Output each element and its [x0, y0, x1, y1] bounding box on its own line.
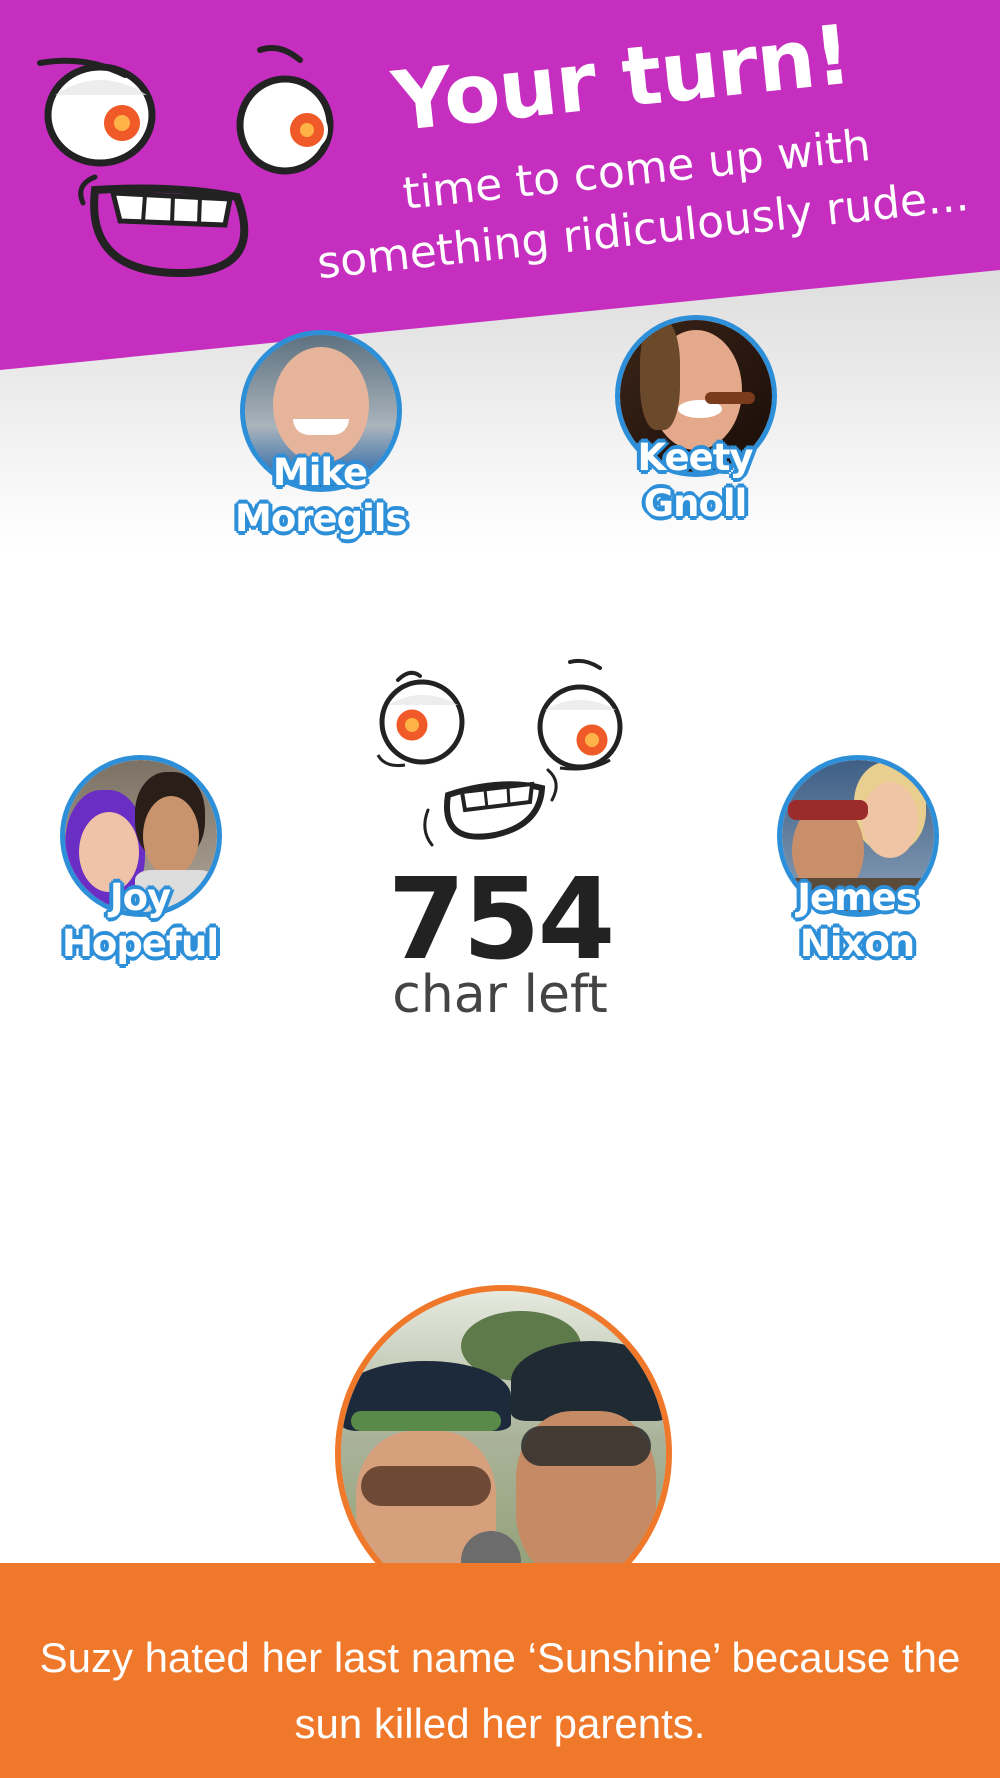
player-name: Keety Gnoll — [610, 435, 780, 527]
player-name: Mike Moregils — [235, 450, 407, 542]
player-last-name: Nixon — [799, 922, 915, 965]
player-last-name: Gnoll — [643, 482, 747, 525]
banner-subtitle: time to come up with something ridiculou… — [285, 104, 994, 297]
characters-left-label: char left — [392, 965, 608, 1025]
player-jemes-nixon[interactable]: Jemes Nixon — [772, 755, 942, 995]
player-last-name: Moregils — [235, 497, 407, 540]
player-name: Jemes Nixon — [772, 875, 942, 967]
player-last-name: Hopeful — [61, 922, 219, 965]
player-mike-moregils[interactable]: Mike Moregils — [235, 330, 407, 570]
player-keety-gnoll[interactable]: Keety Gnoll — [610, 315, 780, 555]
prompt-text: Suzy hated her last name ‘Sunshine’ beca… — [39, 1634, 961, 1747]
player-name: Joy Hopeful — [55, 875, 225, 967]
player-first-name: Jemes — [797, 876, 918, 919]
banner-text: Your turn! time to come up with somethin… — [270, 0, 986, 289]
player-first-name: Mike — [272, 451, 368, 494]
player-first-name: Joy — [109, 876, 171, 919]
player-joy-hopeful[interactable]: Joy Hopeful — [55, 755, 225, 995]
cartoon-face-icon — [376, 658, 623, 847]
player-first-name: Keety — [637, 436, 753, 479]
characters-left-count: 754 — [387, 855, 616, 985]
